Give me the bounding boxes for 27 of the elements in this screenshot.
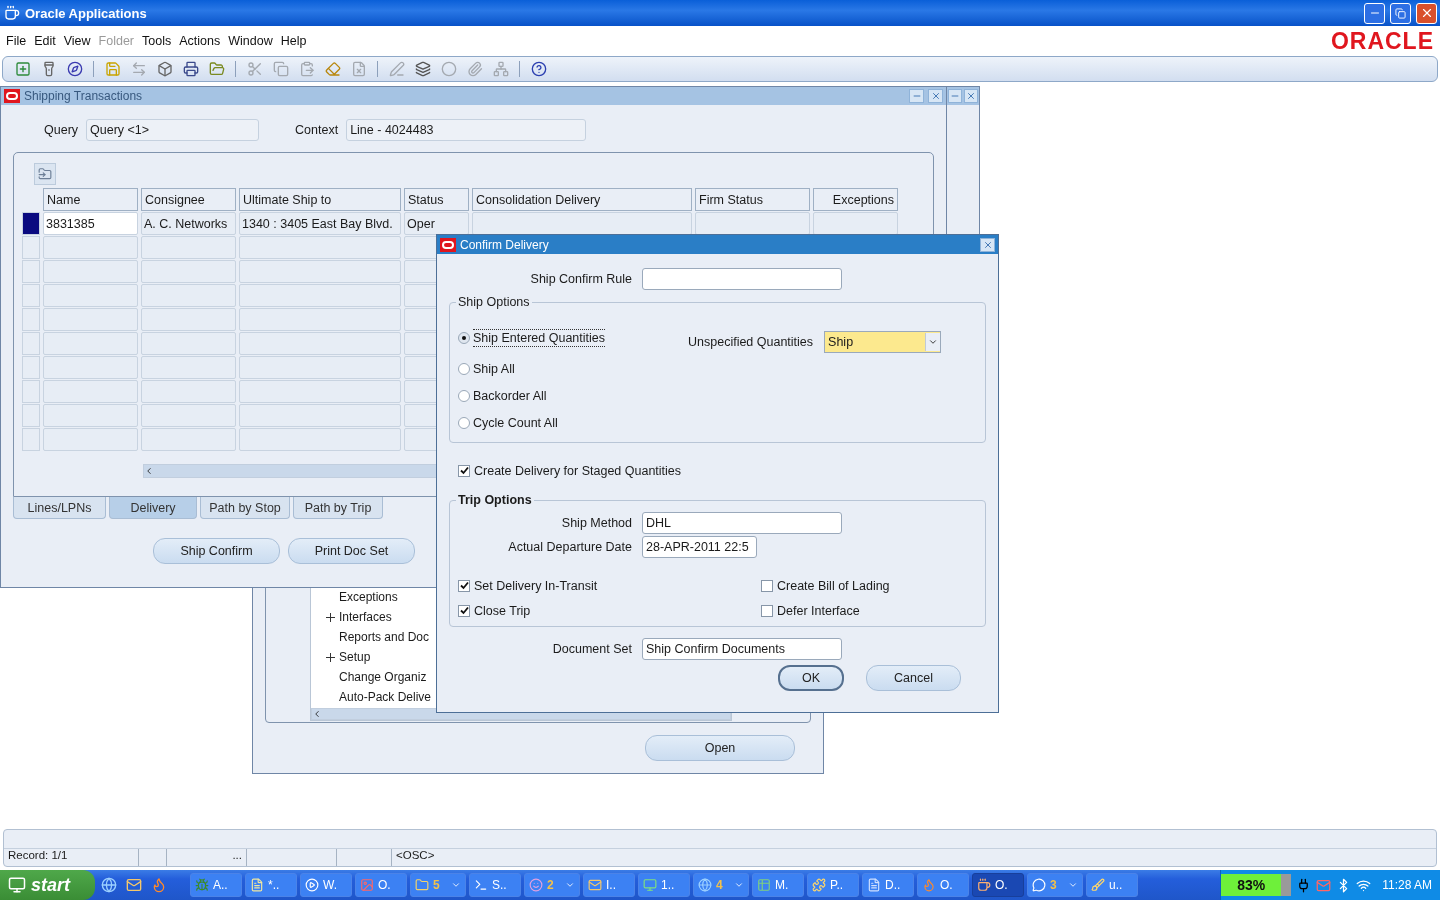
dialog-title: Confirm Delivery — [460, 237, 549, 252]
field-label: Query — [44, 123, 79, 137]
status-more: ... — [167, 849, 247, 866]
window-title: Shipping Transactions — [24, 89, 143, 103]
checkbox-label: Create Bill of Lading — [777, 578, 890, 593]
status-mode: <OSC> — [395, 849, 436, 863]
field-label: Unspecified Quantities — [688, 335, 814, 349]
checkbox-label: Set Delivery In-Transit — [474, 578, 598, 593]
field-label: Actual Departure Date — [507, 540, 632, 554]
radio-label: Backorder All — [473, 387, 547, 404]
field-label: Context — [295, 123, 339, 137]
checkbox-label: Defer Interface — [777, 603, 860, 618]
radio-label: Ship Entered Quantities — [473, 329, 606, 347]
radio-label: Cycle Count All — [473, 414, 558, 431]
record-count: Record: 1/1 — [4, 849, 139, 866]
field-label: Ship Confirm Rule — [529, 272, 632, 286]
battery-meter: 83% — [1221, 874, 1292, 896]
radio-label: Ship All — [473, 360, 515, 377]
group-title: Ship Options — [457, 295, 531, 309]
window-title: Oracle Applications — [25, 5, 148, 21]
field-label: Document Set — [551, 642, 632, 656]
group-title: Trip Options — [457, 493, 533, 507]
field-label: Ship Method — [560, 516, 632, 530]
brand-logo: ORACLE — [1330, 27, 1434, 55]
clock: 11:28 AM — [1382, 878, 1432, 892]
checkbox-label: Close Trip — [474, 603, 531, 618]
checkbox-label: Create Delivery for Staged Quantities — [474, 463, 682, 478]
